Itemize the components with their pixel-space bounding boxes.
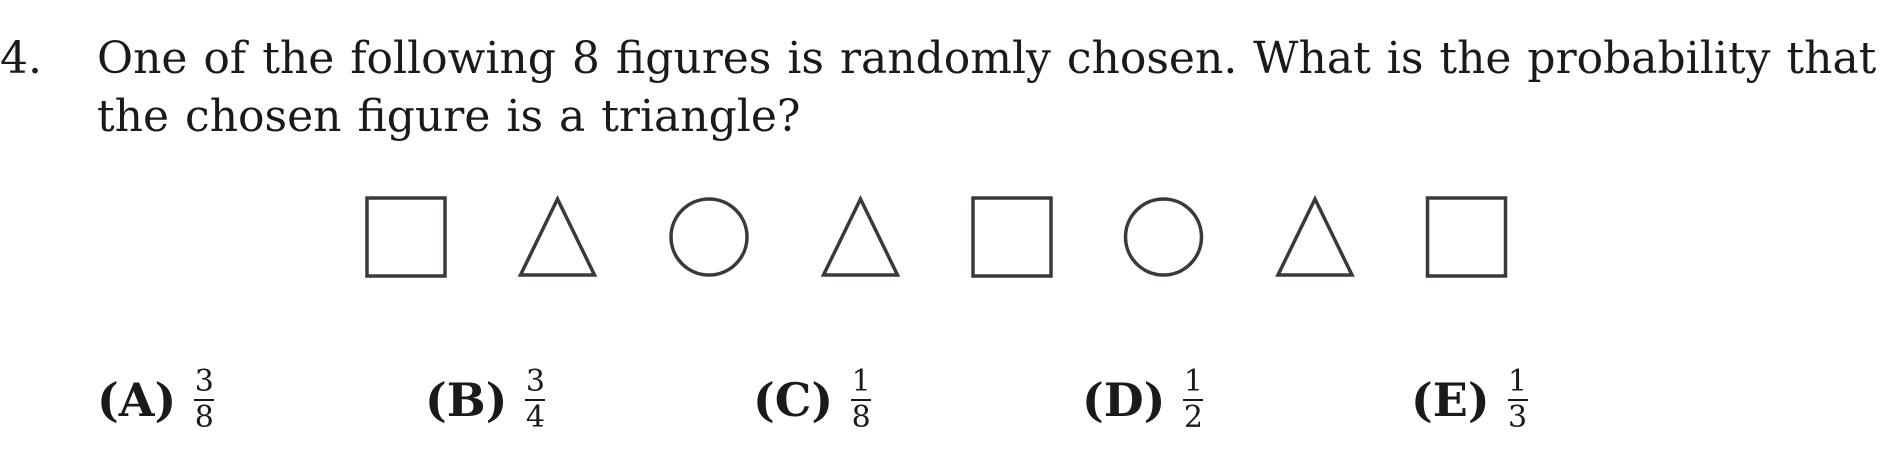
triangle-figure <box>517 195 598 277</box>
choice-b-numerator: 3 <box>525 364 545 399</box>
question-number: 4. <box>0 33 42 84</box>
choice-b-label: (B) <box>425 373 508 427</box>
question-text: One of the following 8 figures is random… <box>97 33 1877 142</box>
choice-a-label: (A) <box>97 373 177 427</box>
figures-svg <box>365 195 1508 278</box>
choice-c-denominator: 8 <box>851 400 871 435</box>
choice-c-fraction: 1 8 <box>851 364 872 435</box>
choice-b-denominator: 4 <box>525 400 545 435</box>
choice-c-numerator: 1 <box>851 364 871 399</box>
choice-a-fraction: 3 8 <box>194 364 215 435</box>
choice-d-label: (D) <box>1082 373 1166 427</box>
square-figure <box>1425 196 1508 278</box>
choice-c-label: (C) <box>753 373 834 427</box>
circle-figure <box>1123 197 1204 277</box>
choice-e-label: (E) <box>1411 373 1490 427</box>
choice-a-numerator: 3 <box>194 364 214 399</box>
choice-e-denominator: 3 <box>1508 400 1528 435</box>
choice-d-denominator: 2 <box>1183 400 1203 435</box>
choice-d-fraction: 1 2 <box>1183 364 1204 435</box>
square-figure <box>971 196 1053 278</box>
figures-row <box>365 195 1525 286</box>
choice-b-fraction: 3 4 <box>525 364 546 435</box>
choice-e[interactable]: (E) 1 3 <box>1411 360 1528 440</box>
circle-figure <box>669 197 749 277</box>
choice-a[interactable]: (A) 3 8 <box>97 360 215 440</box>
triangle-figure <box>820 195 901 277</box>
choice-e-fraction: 1 3 <box>1507 364 1528 435</box>
triangle-figure <box>1275 195 1355 277</box>
square-figure <box>365 196 447 278</box>
choice-a-denominator: 8 <box>194 400 214 435</box>
choice-d[interactable]: (D) 1 2 <box>1082 360 1204 440</box>
choice-c[interactable]: (C) 1 8 <box>753 360 872 440</box>
choice-b[interactable]: (B) 3 4 <box>425 360 546 440</box>
choice-e-numerator: 1 <box>1508 364 1528 399</box>
choice-d-numerator: 1 <box>1183 364 1203 399</box>
